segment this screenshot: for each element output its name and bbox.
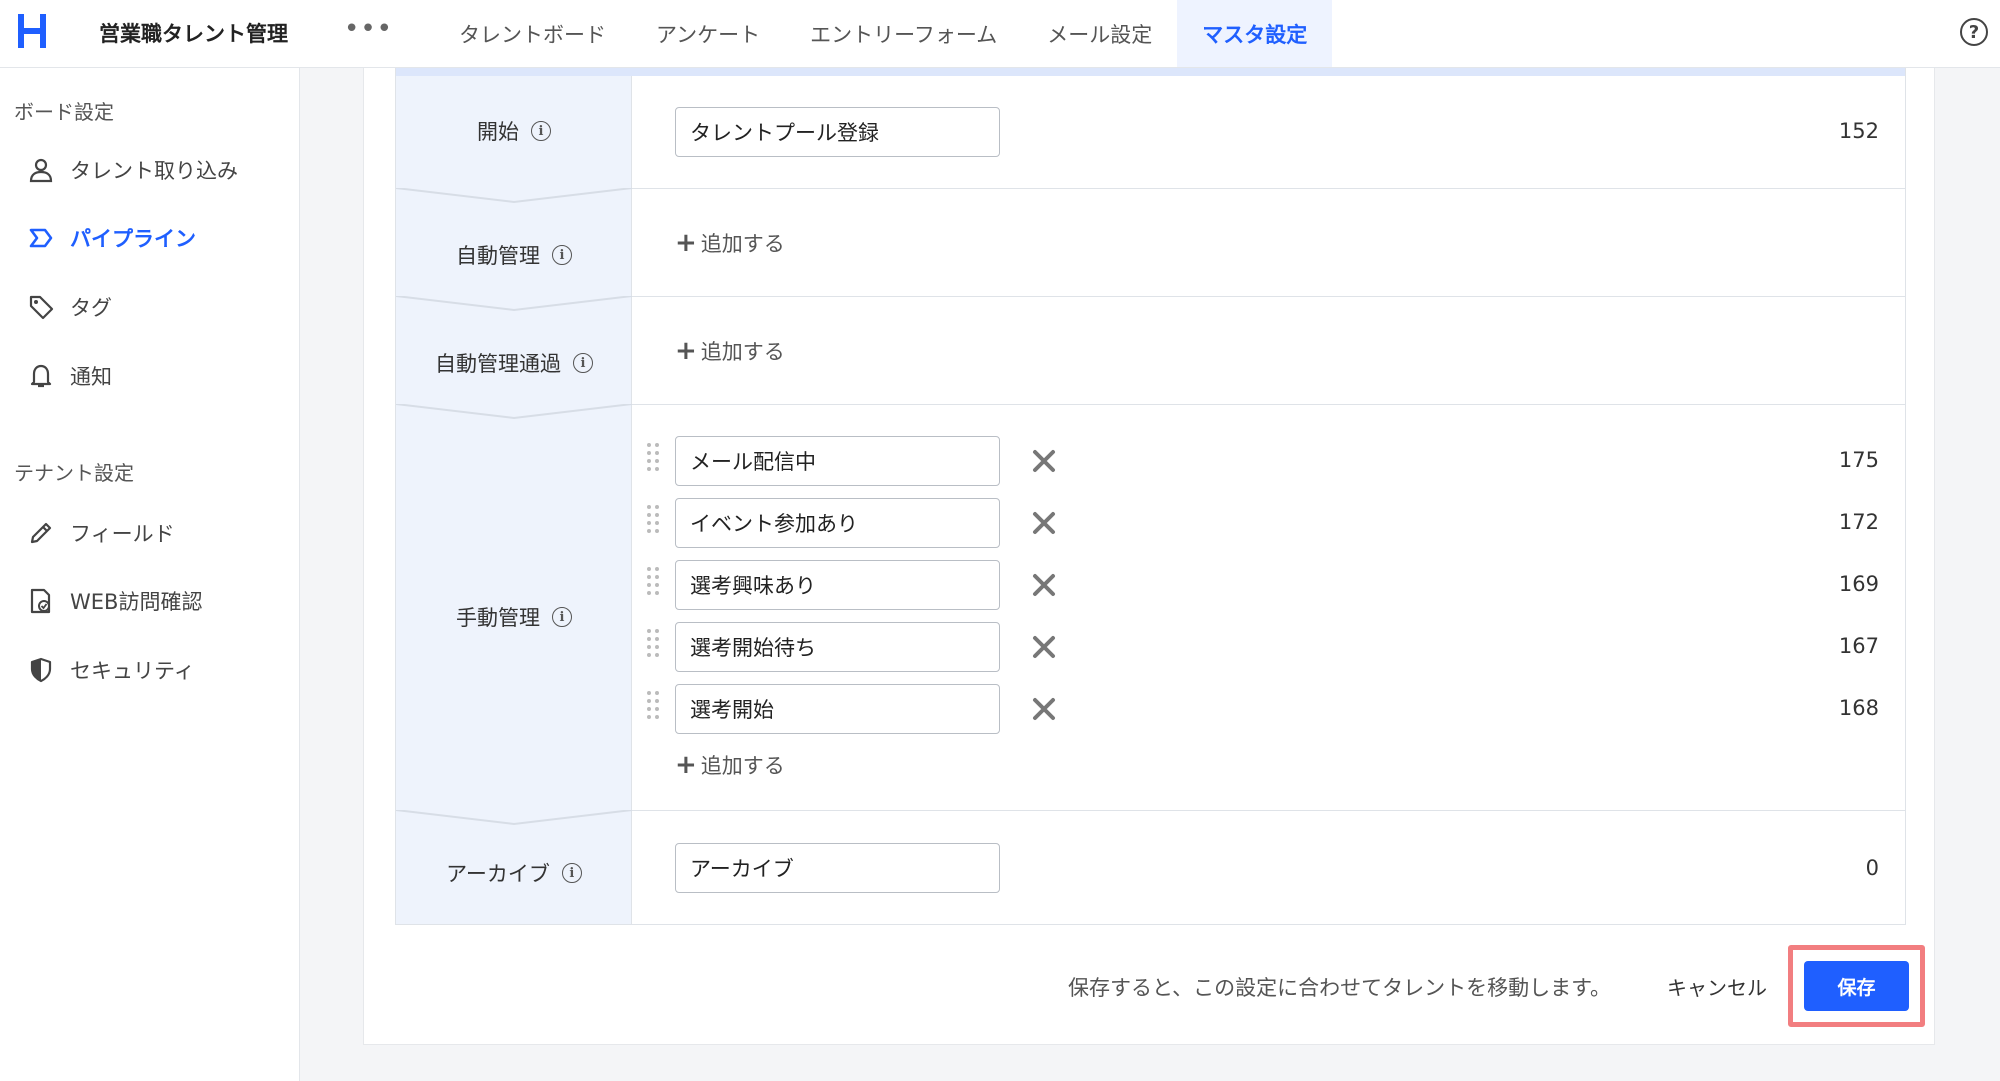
plus-icon: + xyxy=(675,750,697,780)
sidebar-item-pipeline[interactable]: パイプライン xyxy=(26,223,196,253)
help-icon[interactable]: ? xyxy=(1960,18,1988,46)
drag-handle-icon[interactable] xyxy=(647,443,661,473)
sidebar-item-label: WEB訪問確認 xyxy=(70,590,203,614)
plus-icon: + xyxy=(675,336,697,366)
tab-entry-form[interactable]: エントリーフォーム xyxy=(785,0,1022,67)
sidebar-item-label: フィールド xyxy=(70,522,175,546)
sidebar-item-notification[interactable]: 通知 xyxy=(26,361,112,391)
info-icon[interactable]: i xyxy=(552,607,572,627)
remove-stage-icon[interactable] xyxy=(1031,634,1057,660)
stage-talent-count: 175 xyxy=(1838,448,1879,472)
stage-separator xyxy=(396,296,632,312)
tag-icon xyxy=(26,292,56,322)
stage-separator xyxy=(396,810,632,826)
sidebar-item-label: セキュリティ xyxy=(70,659,195,683)
sidebar-section-board: ボード設定 xyxy=(14,100,114,124)
row-divider xyxy=(632,404,1905,405)
stage-label-auto-pass: 自動管理通過 i xyxy=(396,348,632,378)
stage-talent-count: 167 xyxy=(1838,634,1879,658)
info-icon[interactable]: i xyxy=(552,245,572,265)
stage-label-manual: 手動管理 i xyxy=(396,602,632,632)
stage-talent-count: 172 xyxy=(1838,510,1879,534)
stage-name-input[interactable]: イベント参加あり xyxy=(675,498,1000,548)
save-button[interactable]: 保存 xyxy=(1804,961,1909,1011)
tab-talent-board[interactable]: タレントボード xyxy=(434,0,631,67)
add-manual-stage-button[interactable]: + 追加する xyxy=(675,750,785,780)
stage-talent-count: 152 xyxy=(1838,119,1879,143)
shield-icon xyxy=(26,655,56,685)
bell-icon xyxy=(26,361,56,391)
stage-separator xyxy=(396,188,632,204)
sidebar-section-tenant: テナント設定 xyxy=(14,461,134,485)
web-check-icon xyxy=(26,586,56,616)
drag-handle-icon[interactable] xyxy=(647,629,661,659)
sidebar-item-label: タグ xyxy=(70,296,112,320)
tab-mail-settings[interactable]: メール設定 xyxy=(1022,0,1177,67)
add-link-label: 追加する xyxy=(700,340,785,364)
row-divider xyxy=(632,188,1905,189)
sidebar-item-label: 通知 xyxy=(70,365,112,389)
stage-label-start: 開始 i xyxy=(396,116,632,146)
app-header: 営業職タレント管理 ••• タレントボード アンケート エントリーフォーム メー… xyxy=(0,0,2000,68)
sidebar-item-security[interactable]: セキュリティ xyxy=(26,655,195,685)
tab-survey[interactable]: アンケート xyxy=(631,0,785,67)
main-nav: タレントボード アンケート エントリーフォーム メール設定 マスタ設定 xyxy=(434,0,1333,67)
plus-icon: + xyxy=(675,228,697,258)
table-top-strip xyxy=(396,68,1905,76)
remove-stage-icon[interactable] xyxy=(1031,696,1057,722)
stage-name-input[interactable]: 選考開始 xyxy=(675,684,1000,734)
stage-name-input[interactable]: 選考開始待ち xyxy=(675,622,1000,672)
info-icon[interactable]: i xyxy=(561,863,582,883)
sidebar-item-label: タレント取り込み xyxy=(70,159,238,183)
stage-talent-count: 168 xyxy=(1838,696,1879,720)
sidebar-item-label: パイプライン xyxy=(70,227,196,251)
stage-talent-count: 169 xyxy=(1838,572,1879,596)
add-auto-pass-stage-button[interactable]: + 追加する xyxy=(675,336,785,366)
stage-label-archive: アーカイブ i xyxy=(396,858,632,888)
cancel-button[interactable]: キャンセル xyxy=(1667,972,1767,1001)
drag-handle-icon[interactable] xyxy=(647,567,661,597)
stage-name-input[interactable]: アーカイブ xyxy=(675,843,1000,893)
person-icon xyxy=(26,155,56,185)
more-menu-icon[interactable]: ••• xyxy=(344,14,393,44)
stage-name-input[interactable]: 選考興味あり xyxy=(675,560,1000,610)
drag-handle-icon[interactable] xyxy=(647,691,661,721)
stage-separator xyxy=(396,404,632,420)
stage-label-text: 手動管理 xyxy=(456,606,540,630)
stage-talent-count: 0 xyxy=(1865,856,1879,880)
add-auto-stage-button[interactable]: + 追加する xyxy=(675,228,785,258)
info-icon[interactable]: i xyxy=(573,353,593,373)
stage-label-text: 開始 xyxy=(477,120,519,144)
sidebar-item-talent-import[interactable]: タレント取り込み xyxy=(26,155,238,185)
tab-master-settings[interactable]: マスタ設定 xyxy=(1177,0,1333,67)
remove-stage-icon[interactable] xyxy=(1031,448,1057,474)
sidebar-item-web-visit[interactable]: WEB訪問確認 xyxy=(26,586,202,616)
sidebar-item-tag[interactable]: タグ xyxy=(26,292,112,322)
app-logo[interactable] xyxy=(18,14,48,48)
save-button-highlight: 保存 xyxy=(1788,945,1925,1027)
sidebar-item-field[interactable]: フィールド xyxy=(26,518,175,548)
info-icon[interactable]: i xyxy=(531,121,551,141)
add-link-label: 追加する xyxy=(700,232,785,256)
remove-stage-icon[interactable] xyxy=(1031,510,1057,536)
row-divider xyxy=(632,296,1905,297)
remove-stage-icon[interactable] xyxy=(1031,572,1057,598)
stage-label-text: アーカイブ xyxy=(446,862,550,886)
save-notice-text: 保存すると、この設定に合わせてタレントを移動します。 xyxy=(1068,976,1612,1000)
add-link-label: 追加する xyxy=(700,754,785,778)
stage-label-text: 自動管理 xyxy=(456,244,540,268)
pipeline-settings-card: 開始 i タレントプール登録 152 自動管理 i + 追加する 自動管理通過 … xyxy=(363,68,1935,1045)
stage-label-auto: 自動管理 i xyxy=(396,240,632,270)
stage-label-text: 自動管理通過 xyxy=(435,352,561,376)
drag-handle-icon[interactable] xyxy=(647,505,661,535)
app-title: 営業職タレント管理 xyxy=(99,22,288,46)
stage-name-input[interactable]: タレントプール登録 xyxy=(675,107,1000,157)
pipeline-icon xyxy=(26,223,56,253)
stage-name-input[interactable]: メール配信中 xyxy=(675,436,1000,486)
pipeline-table: 開始 i タレントプール登録 152 自動管理 i + 追加する 自動管理通過 … xyxy=(395,68,1906,925)
sidebar: ボード設定 タレント取り込み パイプライン タグ 通知 テナント設定 フィールド xyxy=(0,68,300,1081)
pencil-icon xyxy=(26,518,56,548)
row-divider xyxy=(632,810,1905,811)
